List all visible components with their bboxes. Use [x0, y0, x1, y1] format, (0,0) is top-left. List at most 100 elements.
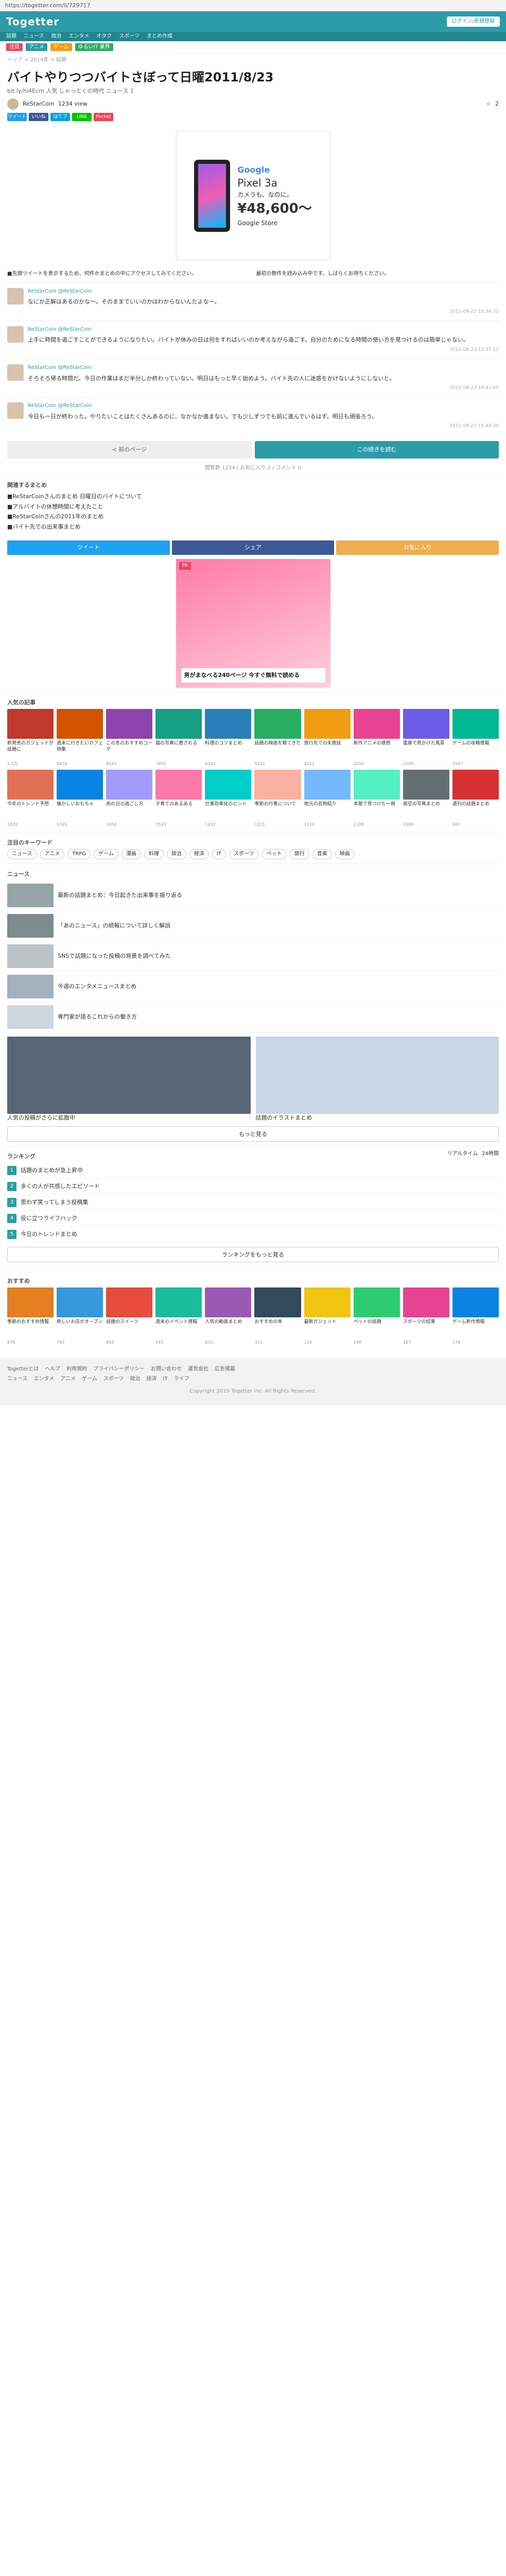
footer-link[interactable]: プライバシーポリシー — [93, 1366, 145, 1372]
big-share-button[interactable]: ツイート — [7, 540, 170, 555]
footer-category[interactable]: ライフ — [174, 1376, 189, 1382]
tweet-time[interactable]: 2011-08-23 15:41:05 — [28, 385, 499, 392]
article-card[interactable]: 旅行先での失敗談 4321 — [304, 708, 351, 767]
promo-banner[interactable]: PR 男がまなべる240ページ 今すぐ無料で読める — [176, 558, 330, 688]
keyword-chip[interactable]: 料理 — [144, 849, 164, 860]
footer-category[interactable]: 経済 — [147, 1376, 157, 1382]
keyword-chip[interactable]: 映画 — [335, 849, 355, 860]
article-card[interactable]: 新作アニメの感想 3210 — [353, 708, 400, 767]
more-button[interactable]: もっと見る — [7, 1126, 499, 1142]
article-card[interactable]: 雨の日の過ごし方 1654 — [106, 770, 153, 828]
card-title[interactable]: 仕事効率化のヒント — [205, 801, 251, 822]
card-thumbnail[interactable] — [155, 1287, 202, 1318]
login-button[interactable]: ログイン/新規登録 — [446, 16, 500, 27]
card-title[interactable]: ゲーム新作情報 — [452, 1319, 499, 1340]
share-button[interactable]: Pocket — [94, 113, 113, 122]
tweet-author[interactable]: ReStarCoin @ReStarCoin — [28, 288, 499, 296]
keyword-chip[interactable]: ゲーム — [94, 849, 118, 860]
card-title[interactable]: 夜空の写真まとめ — [403, 801, 449, 822]
card-title[interactable]: 新しいお店がオープン — [57, 1319, 103, 1340]
article-card[interactable]: この冬のおすすめコーデ 8543 — [106, 708, 153, 767]
article-card[interactable]: 話題の映画を観てきた 5432 — [254, 708, 301, 767]
card-thumbnail[interactable] — [205, 1287, 252, 1318]
article-card[interactable]: 週末のイベント情報 543 — [155, 1287, 202, 1346]
tag-chip[interactable]: ゲーム — [50, 43, 72, 51]
news-item[interactable]: 最新の話題まとめ：今日起きた出来事を振り返る — [7, 880, 499, 911]
article-card[interactable]: ペットの話題 198 — [353, 1287, 400, 1346]
card-title[interactable]: 子育てのあるある — [155, 801, 202, 822]
card-thumbnail[interactable] — [106, 1287, 153, 1318]
next-button[interactable]: この続きを読む — [254, 441, 499, 459]
card-thumbnail[interactable] — [353, 770, 400, 800]
subnav-item[interactable]: まとめ作成 — [147, 33, 172, 40]
card-title[interactable]: 今年のトレンド予想 — [7, 801, 54, 822]
footer-link[interactable]: 運営会社 — [188, 1366, 208, 1372]
tweet-author[interactable]: ReStarCoin @ReStarCoin — [28, 402, 499, 410]
keyword-chip[interactable]: 政治 — [166, 849, 186, 860]
footer-category[interactable]: エンタメ — [34, 1376, 55, 1382]
tweet-time[interactable]: 2011-08-23 15:44:30 — [28, 423, 499, 430]
news-title[interactable]: 「あのニュース」の続報について詳しく解説 — [58, 922, 170, 930]
subnav-item[interactable]: ニュース — [24, 33, 44, 40]
subnav-item[interactable]: スポーツ — [119, 33, 139, 40]
rank-title[interactable]: 話題のまとめが急上昇中 — [21, 1166, 83, 1175]
card-title[interactable]: 雨の日の過ごし方 — [106, 801, 152, 822]
card-thumbnail[interactable] — [254, 770, 301, 800]
card-thumbnail[interactable] — [106, 770, 153, 800]
article-card[interactable]: スポーツの結果 187 — [403, 1287, 449, 1346]
card-thumbnail[interactable] — [7, 708, 54, 739]
article-card[interactable]: 仕事効率化のヒント 1432 — [205, 770, 252, 828]
author-name[interactable]: ReStarCoin — [23, 100, 54, 108]
article-card[interactable]: 新発売のガジェットが話題に 1.2万 — [7, 708, 54, 767]
card-thumbnail[interactable] — [106, 708, 153, 739]
ranking-tab[interactable]: リアルタイム — [447, 1150, 478, 1163]
keyword-chip[interactable]: 旅行 — [289, 849, 309, 860]
card-thumbnail[interactable] — [7, 1287, 54, 1318]
card-title[interactable]: 猫の写真に癒される — [155, 740, 202, 761]
subnav-item[interactable]: エンタメ — [69, 33, 90, 40]
card-title[interactable]: スポーツの結果 — [403, 1319, 449, 1340]
footer-link[interactable]: Togetterとは — [7, 1366, 39, 1372]
news-title[interactable]: SNSで話題になった投稿の背景を調べてみた — [58, 952, 171, 960]
article-card[interactable]: 季節のおすすめ情報 876 — [7, 1287, 54, 1346]
subnav-item[interactable]: 話題 — [6, 33, 16, 40]
article-card[interactable]: 週末に行きたいカフェ特集 9876 — [57, 708, 103, 767]
card-title[interactable]: おすすめの本 — [254, 1319, 301, 1340]
card-title[interactable]: 本屋で見つけた一冊 — [354, 801, 400, 822]
card-title[interactable]: 新発売のガジェットが話題に — [7, 740, 54, 761]
big-share-button[interactable]: お気に入り — [336, 540, 499, 555]
article-card[interactable]: 懐かしいおもちゃ 1765 — [57, 770, 103, 828]
star-icon[interactable]: ☆ — [486, 100, 491, 108]
feature-title[interactable]: 人気の投稿がさらに拡散中 — [7, 1114, 251, 1122]
card-thumbnail[interactable] — [353, 1287, 400, 1318]
breadcrumb[interactable]: トップ > 2014年 > 話題 — [7, 54, 499, 67]
news-item[interactable]: 専門家が語るこれからの働き方 — [7, 1002, 499, 1033]
big-feature[interactable]: 人気の投稿がさらに拡散中 — [7, 1037, 251, 1122]
article-card[interactable]: 本屋で見つけた一冊 1109 — [353, 770, 400, 828]
footer-link[interactable]: ヘルプ — [45, 1366, 60, 1372]
card-thumbnail[interactable] — [452, 708, 499, 739]
card-title[interactable]: 週刊の話題まとめ — [452, 801, 499, 822]
card-thumbnail[interactable] — [403, 708, 449, 739]
ranking-item[interactable]: 3 思わず笑ってしまう投稿集 — [7, 1195, 499, 1211]
ranking-item[interactable]: 4 役に立つライフハック — [7, 1211, 499, 1227]
card-title[interactable]: ゲームの攻略情報 — [452, 740, 499, 761]
card-title[interactable]: 最新ガジェット — [304, 1319, 351, 1340]
tweet-author[interactable]: ReStarCoin @ReStarCoin — [28, 326, 499, 334]
keyword-chip[interactable]: 経済 — [189, 849, 209, 860]
article-card[interactable]: 週刊の話題まとめ 987 — [452, 770, 499, 828]
card-thumbnail[interactable] — [403, 770, 449, 800]
footer-category[interactable]: アニメ — [60, 1376, 76, 1382]
article-card[interactable]: 最新ガジェット 210 — [304, 1287, 351, 1346]
rank-title[interactable]: 多くの人が共感したエピソード — [21, 1182, 100, 1191]
big-share-button[interactable]: シェア — [171, 540, 335, 555]
article-card[interactable]: 人気の動画まとめ 432 — [205, 1287, 252, 1346]
ad-banner[interactable]: Google Pixel 3a カメラも、なのに。 ¥48,600〜 Googl… — [176, 131, 330, 261]
related-link[interactable]: ■ReStarCoinさんのまとめ 日曜日のバイトについて — [7, 492, 499, 502]
news-title[interactable]: 最新の話題まとめ：今日起きた出来事を振り返る — [58, 891, 182, 900]
article-card[interactable]: 猫の写真に癒される 7654 — [155, 708, 202, 767]
card-title[interactable]: 季節の行事について — [254, 801, 301, 822]
footer-category[interactable]: 政治 — [130, 1376, 141, 1382]
card-thumbnail[interactable] — [205, 708, 252, 739]
tweet-time[interactable]: 2011-08-23 15:34:51 — [28, 309, 499, 315]
